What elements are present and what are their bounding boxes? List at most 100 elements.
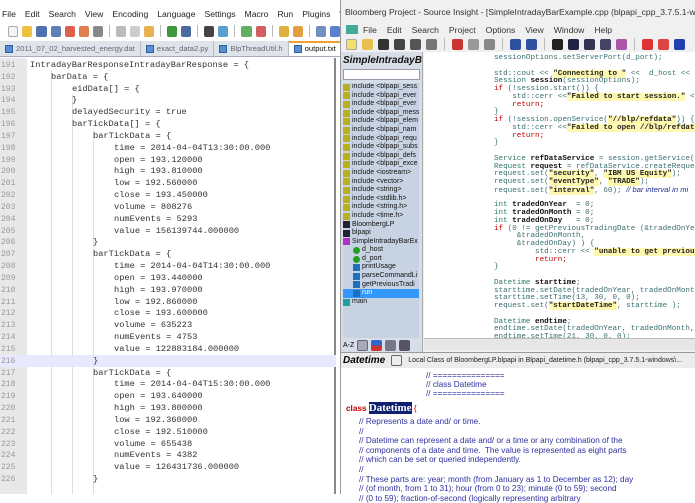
save-all-icon[interactable] — [51, 26, 61, 37]
open-file-icon[interactable] — [22, 26, 32, 37]
replace-icon[interactable] — [616, 39, 627, 50]
window-title: Bloomberg Project - Source Insight - [Si… — [345, 7, 695, 17]
symbol-item[interactable]: d_port — [343, 255, 419, 264]
sort-by-type-icon[interactable] — [357, 340, 368, 351]
print-icon[interactable] — [426, 39, 437, 50]
symbol-item[interactable]: include <blpapi_defs — [343, 152, 419, 161]
code-editor[interactable]: sessionOptions.setServerPort(d_port);std… — [424, 52, 695, 338]
show-all-chars-icon[interactable] — [330, 26, 340, 37]
zoom-out-icon[interactable] — [256, 26, 266, 37]
symbol-item[interactable]: include <blpapi_subs — [343, 143, 419, 152]
symbol-item[interactable]: include <blpapi_mess — [343, 109, 419, 118]
symbol-item[interactable]: d_host — [343, 246, 419, 255]
menu-item-settings[interactable]: Settings — [204, 9, 235, 23]
symbol-item[interactable]: parseCommandLi — [343, 272, 419, 281]
file-tab[interactable]: exact_data2.py — [141, 41, 215, 56]
symbol-item[interactable]: include <blpapi_elem — [343, 117, 419, 126]
symbol-item[interactable]: include <blpapi_requ — [343, 135, 419, 144]
file-tab[interactable]: BlpThreadUtil.h — [214, 41, 288, 56]
symbol-item[interactable]: getPreviousTradi — [343, 281, 419, 290]
symbol-item[interactable]: include <blpapi_ever — [343, 100, 419, 109]
menu-item-view[interactable]: View — [525, 25, 543, 35]
copy-icon[interactable] — [130, 26, 140, 37]
browse-icon[interactable] — [385, 340, 396, 351]
symbol-item[interactable]: include <blpapi_exce — [343, 160, 419, 169]
symbol-item[interactable]: blpapi — [343, 229, 419, 238]
symbol-item[interactable]: SimpleIntradayBarEx — [343, 238, 419, 247]
symbol-item[interactable]: include <string> — [343, 186, 419, 195]
symbol-item[interactable]: include <iostream> — [343, 169, 419, 178]
menu-item-plugins[interactable]: Plugins — [302, 9, 330, 23]
menu-item-view[interactable]: View — [85, 9, 103, 23]
open-file-icon[interactable] — [362, 39, 373, 50]
symbol-item[interactable]: main — [343, 298, 419, 307]
sort-alphabetical-button[interactable]: A-Z — [343, 342, 354, 349]
find-icon[interactable] — [552, 39, 563, 50]
symbol-item[interactable]: BloombergLP — [343, 221, 419, 230]
symbol-item[interactable]: include <blpapi_nam — [343, 126, 419, 135]
paste-icon[interactable] — [484, 39, 495, 50]
menu-item-file[interactable]: File — [2, 9, 16, 23]
find-next-icon[interactable] — [568, 39, 579, 50]
symbol-list[interactable]: include <blpapi_sessinclude <blpapi_ever… — [343, 83, 419, 338]
close-icon[interactable] — [65, 26, 75, 37]
undo-icon[interactable] — [167, 26, 177, 37]
symbol-item[interactable]: include <blpapi_sess — [343, 83, 419, 92]
paste-icon[interactable] — [144, 26, 154, 37]
undo-icon[interactable] — [510, 39, 521, 50]
symbol-item[interactable]: include <time.h> — [343, 212, 419, 221]
options-icon[interactable] — [399, 340, 410, 351]
menu-item-search[interactable]: Search — [412, 25, 439, 35]
menu-item-search[interactable]: Search — [49, 9, 76, 23]
symbol-item[interactable]: run — [343, 289, 419, 298]
menu-item-encoding[interactable]: Encoding — [112, 9, 148, 23]
save-all-icon[interactable] — [394, 39, 405, 50]
replace-icon[interactable] — [218, 26, 228, 37]
find-in-files-icon[interactable] — [600, 39, 611, 50]
new-file-icon[interactable] — [8, 26, 18, 37]
cut-icon[interactable] — [116, 26, 126, 37]
find-icon[interactable] — [204, 26, 214, 37]
file-tab[interactable]: 2011_07_02_harvested_energy.dat — [0, 41, 141, 56]
code-line: 214numEvents = 4753 — [0, 331, 336, 343]
symbol-item[interactable]: include <vector> — [343, 178, 419, 187]
sync-horizontal-icon[interactable] — [293, 26, 303, 37]
class-name-highlighted[interactable]: Datetime — [369, 402, 412, 414]
menu-item-help[interactable]: Help — [594, 25, 612, 35]
print-icon[interactable] — [93, 26, 103, 37]
close-all-icon[interactable] — [79, 26, 89, 37]
symbol-item[interactable]: include <blpapi_ever — [343, 92, 419, 101]
text-editor[interactable]: 191IntradayBarResponseIntradayBarRespons… — [0, 58, 336, 494]
redo-icon[interactable] — [526, 39, 537, 50]
save-icon[interactable] — [36, 26, 46, 37]
cut-icon[interactable] — [452, 39, 463, 50]
symbol-item[interactable]: include <string.h> — [343, 203, 419, 212]
horizontal-scrollbar[interactable] — [424, 338, 695, 350]
menu-item-edit[interactable]: Edit — [387, 25, 402, 35]
close-icon[interactable] — [410, 39, 421, 50]
symbol-item[interactable]: printUsage — [343, 263, 419, 272]
sync-scroll-icon[interactable] — [279, 26, 289, 37]
menu-item-macro[interactable]: Macro — [245, 9, 269, 23]
categories-icon[interactable] — [371, 340, 382, 351]
menu-item-run[interactable]: Run — [277, 9, 293, 23]
menu-item-project[interactable]: Project — [449, 25, 476, 35]
menu-item-language[interactable]: Language — [157, 9, 195, 23]
redo-icon[interactable] — [181, 26, 191, 37]
symbol-filter-input[interactable] — [343, 69, 420, 80]
symbol-item[interactable]: include <stdlib.h> — [343, 195, 419, 204]
copy-icon[interactable] — [468, 39, 479, 50]
menu-item-file[interactable]: File — [363, 25, 377, 35]
word-wrap-icon[interactable] — [316, 26, 326, 37]
back-arrow-icon[interactable] — [674, 39, 685, 50]
bookmark-next-icon[interactable] — [658, 39, 669, 50]
find-previous-icon[interactable] — [584, 39, 595, 50]
save-icon[interactable] — [378, 39, 389, 50]
zoom-in-icon[interactable] — [241, 26, 251, 37]
bookmark-icon[interactable] — [642, 39, 653, 50]
menu-item-window[interactable]: Window — [554, 25, 585, 35]
menu-item-edit[interactable]: Edit — [25, 9, 40, 23]
new-file-icon[interactable] — [346, 39, 357, 50]
file-tab[interactable]: output.txt — [289, 41, 342, 56]
menu-item-options[interactable]: Options — [486, 25, 516, 35]
